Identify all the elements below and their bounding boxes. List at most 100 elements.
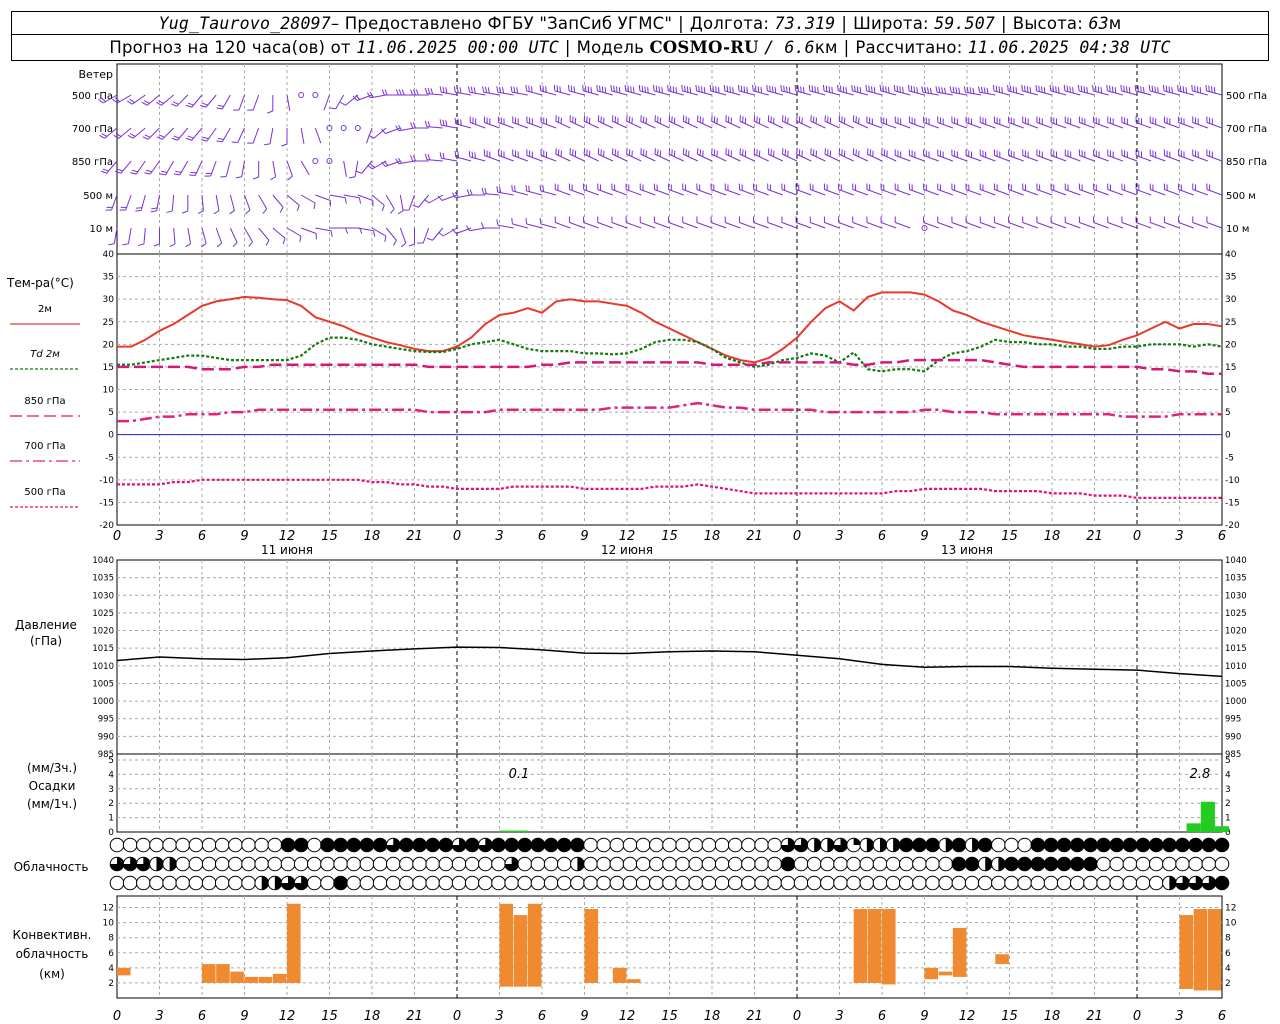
wind-barb-feather: [1179, 85, 1182, 92]
cloud-symbol: [872, 875, 888, 891]
cloud-circle: [320, 856, 335, 872]
cloud-symbol: [1030, 837, 1046, 853]
cloud-symbol: [109, 856, 125, 872]
temp-tick-right: 25: [1225, 318, 1236, 328]
cloud-symbol: [780, 856, 796, 872]
cloud-circle: [649, 837, 664, 853]
wind-barb-feather: [150, 210, 157, 213]
cloud-circle: [754, 856, 769, 872]
wind-barb: [385, 227, 397, 241]
cloud-circle: [635, 875, 651, 891]
wind-barb-feather: [1029, 87, 1032, 94]
wind-barb-feather: [1080, 85, 1083, 92]
cloud-circle: [820, 875, 835, 891]
cloud-symbol: [1188, 837, 1203, 853]
wind-barb-feather: [766, 84, 768, 91]
wind-barb-feather: [921, 86, 924, 93]
cloud-circle: [517, 875, 533, 891]
cloud-fill: [1188, 838, 1203, 852]
wind-barb: [625, 222, 642, 229]
cloud-circle: [201, 856, 217, 872]
cloud-circle: [662, 856, 677, 872]
cloud-symbol: [951, 837, 967, 853]
cloud-symbol: [517, 856, 533, 872]
cloud-symbol: [754, 856, 769, 872]
precip-bar: [1200, 801, 1215, 832]
cloud-symbol: [1214, 856, 1230, 872]
wind-barb-feather: [851, 84, 853, 91]
cloud-symbol: [951, 856, 967, 872]
wind-barb-feather: [468, 150, 471, 157]
wind-barb-feather: [430, 88, 434, 95]
cloud-symbol: [925, 875, 940, 891]
cloud-symbol: [688, 837, 704, 853]
cloud-symbol: [872, 856, 888, 872]
temp-x-tick: 18: [1044, 529, 1061, 544]
cloud-circle: [530, 856, 546, 872]
cloud-symbol: [1135, 837, 1151, 853]
wind-barb-feather: [395, 89, 399, 96]
wind-barb-feather: [1106, 84, 1108, 91]
wind-barb-feather: [439, 86, 442, 93]
wind-barb-feather: [129, 133, 136, 137]
cloud-circle: [1148, 875, 1164, 891]
cloud-symbol: [833, 837, 848, 853]
cloud-circle: [228, 856, 243, 872]
conv-x-tick: 6: [538, 1009, 546, 1024]
cloud-symbol: [833, 856, 848, 872]
temp-x-tick: 15: [1001, 529, 1018, 544]
cloud-symbol: [543, 856, 559, 872]
cloud-symbol: [425, 856, 441, 872]
wind-barb-feather: [992, 84, 995, 91]
wind-barb-feather: [949, 86, 952, 93]
conv-bar: [1207, 909, 1222, 991]
wind-barb-feather: [410, 155, 414, 162]
wind-barb-feather: [1142, 87, 1145, 94]
cloud-symbol: [820, 875, 835, 891]
cloud-symbol: [754, 875, 769, 891]
cloud-symbol: [464, 856, 480, 872]
wind-barb-feather: [185, 243, 191, 248]
wind-barb-feather: [166, 210, 173, 214]
cloud-symbol: [688, 875, 704, 891]
cloud-circle: [964, 875, 980, 891]
cloud-symbol: [254, 875, 270, 891]
wind-barb: [1065, 222, 1081, 229]
wind-barb: [143, 227, 146, 244]
wind-barb-feather: [831, 87, 833, 94]
cloud-circle: [925, 875, 940, 891]
wind-barb-feather: [427, 87, 431, 94]
wind-barb-feather: [1123, 85, 1125, 92]
wind-barb: [795, 222, 812, 229]
cloud-symbol: [885, 837, 901, 853]
cloud-symbol: [833, 875, 848, 891]
wind-barb-feather: [825, 85, 828, 92]
cloud-symbol: [1135, 856, 1151, 872]
cloud-circle: [136, 837, 151, 853]
cloud-symbol: [1162, 837, 1177, 853]
pressure-tick-left: 990: [98, 732, 114, 742]
wind-barb-feather: [340, 101, 346, 106]
cloud-fill: [261, 876, 269, 890]
wind-barb: [1135, 222, 1152, 229]
conv-x-tick: 15: [661, 1009, 678, 1024]
cloud-symbol: [714, 837, 730, 853]
cloud-circle: [412, 875, 427, 891]
wind-barb-feather: [938, 86, 941, 93]
wind-barb-feather: [972, 87, 975, 94]
wind-barb-feather: [424, 153, 428, 160]
wind-barb: [1121, 222, 1138, 229]
wind-barb: [682, 222, 699, 229]
wind-barb-feather: [201, 102, 208, 106]
cloud-symbol: [964, 837, 980, 853]
cloud-symbol: [596, 856, 612, 872]
cloud-circle: [859, 875, 875, 891]
pressure-tick-right: 1015: [1225, 644, 1247, 654]
conv-bar: [924, 967, 939, 980]
cloud-symbol: [228, 875, 243, 891]
cloud-circle: [570, 875, 585, 891]
wind-barb-feather: [113, 134, 120, 139]
wind-barb-feather: [185, 137, 192, 141]
cloud-circle: [109, 875, 125, 891]
cloud-symbol: [1201, 856, 1217, 872]
